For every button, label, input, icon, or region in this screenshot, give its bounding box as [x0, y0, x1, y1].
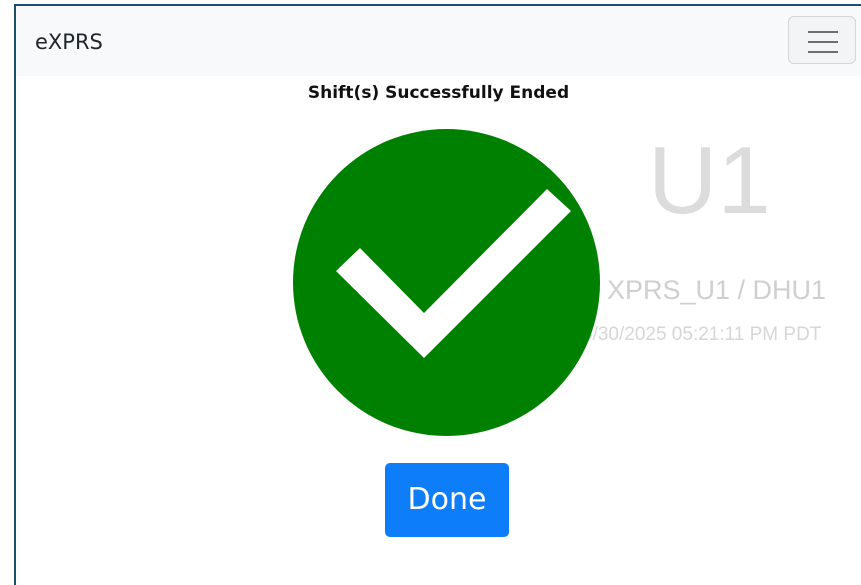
check-circle-icon — [293, 129, 600, 436]
timestamp-label: 5/30/2025 05:21:11 PM PDT — [582, 324, 822, 345]
done-button[interactable]: Done — [385, 463, 509, 537]
hamburger-menu-icon — [808, 31, 838, 53]
brand-link[interactable]: eXPRS — [35, 28, 103, 56]
unit-label: U1 — [648, 127, 771, 234]
app-frame: eXPRS U1 XPRS_U1 / DHU1 5/30/2025 05:21:… — [0, 0, 861, 585]
top-navbar: eXPRS — [16, 6, 861, 76]
status-message: Shift(s) Successfully Ended — [307, 83, 570, 103]
site-label: XPRS_U1 / DHU1 — [607, 275, 827, 305]
success-circle — [293, 129, 600, 436]
navbar-toggler-button[interactable] — [788, 16, 856, 64]
